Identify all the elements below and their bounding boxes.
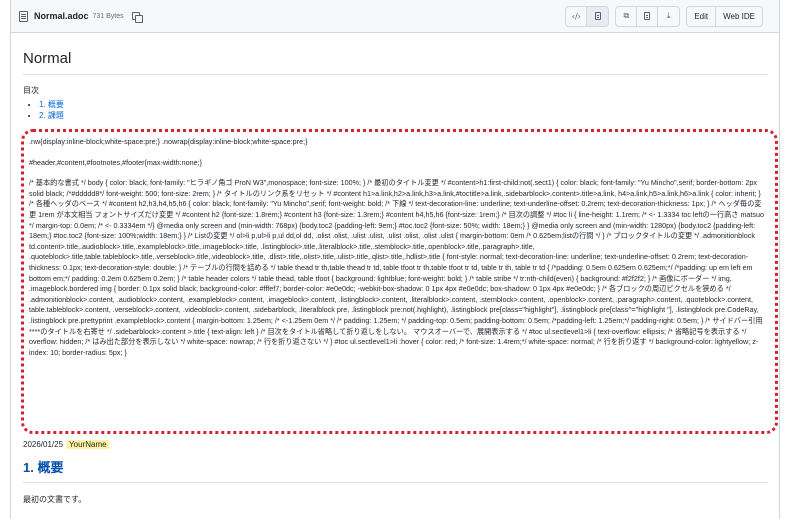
toc-link-issues[interactable]: 2. 課題 bbox=[39, 111, 64, 120]
section-title: 1. 概要 bbox=[23, 457, 767, 483]
file-viewer: Normal.adoc 731 Bytes ‹/› ⧉ ⤓ Edit Web I… bbox=[10, 0, 780, 519]
edit-button[interactable]: Edit bbox=[687, 6, 717, 26]
body-text: 最初の文書です。 bbox=[23, 494, 87, 504]
code-glyph: ‹/› bbox=[571, 11, 581, 21]
preview-icon[interactable] bbox=[587, 6, 609, 26]
css-paragraph: /* 基本的な書式 */ body { color: black; font-f… bbox=[29, 178, 765, 357]
file-actions-group: ⧉ ⤓ bbox=[615, 5, 681, 27]
revision-date: 2026/01/25 bbox=[23, 440, 64, 449]
toc-item: 2. 課題 bbox=[39, 110, 767, 121]
toc-item: 1. 概要 bbox=[39, 99, 767, 110]
file-header: Normal.adoc 731 Bytes ‹/› ⧉ ⤓ Edit Web I… bbox=[11, 0, 779, 33]
copy-glyph: ⧉ bbox=[623, 11, 630, 20]
author-name: YourName bbox=[67, 440, 109, 449]
web-ide-button[interactable]: Web IDE bbox=[716, 6, 762, 26]
rendered-document: Normal 目次 1. 概要 2. 課題 .nw{display:inline… bbox=[11, 50, 779, 505]
css-paragraph: #header,#content,#footnotes,#footer{max-… bbox=[29, 157, 203, 167]
view-toggle-group: ‹/› bbox=[565, 5, 610, 27]
revision-line: 2026/01/25 YourName bbox=[23, 440, 767, 449]
highlighted-css-block: .nw{display:inline-block;white-space:pre… bbox=[21, 129, 778, 434]
page-title: Normal bbox=[23, 50, 767, 75]
file-toolbar: ‹/› ⧉ ⤓ Edit Web IDE bbox=[565, 5, 769, 27]
file-icon bbox=[19, 10, 28, 22]
file-size: 731 Bytes bbox=[92, 12, 124, 20]
code-icon[interactable]: ‹/› bbox=[566, 6, 588, 26]
css-paragraph: .nw{display:inline-block;white-space:pre… bbox=[29, 137, 308, 146]
raw-icon[interactable] bbox=[637, 6, 659, 26]
copy-icon[interactable]: ⧉ bbox=[616, 6, 638, 26]
copy-path-icon[interactable] bbox=[131, 11, 143, 23]
download-glyph: ⤓ bbox=[667, 11, 671, 20]
toc-link-overview[interactable]: 1. 概要 bbox=[39, 100, 64, 109]
download-icon[interactable]: ⤓ bbox=[658, 7, 679, 26]
file-name: Normal.adoc bbox=[34, 11, 89, 21]
table-of-contents: 目次 1. 概要 2. 課題 bbox=[23, 85, 767, 121]
toc-title: 目次 bbox=[23, 86, 39, 95]
document-glyph bbox=[594, 12, 601, 20]
edit-group: Edit Web IDE bbox=[686, 5, 763, 27]
toc-list: 1. 概要 2. 課題 bbox=[23, 99, 767, 121]
raw-glyph bbox=[644, 12, 651, 20]
